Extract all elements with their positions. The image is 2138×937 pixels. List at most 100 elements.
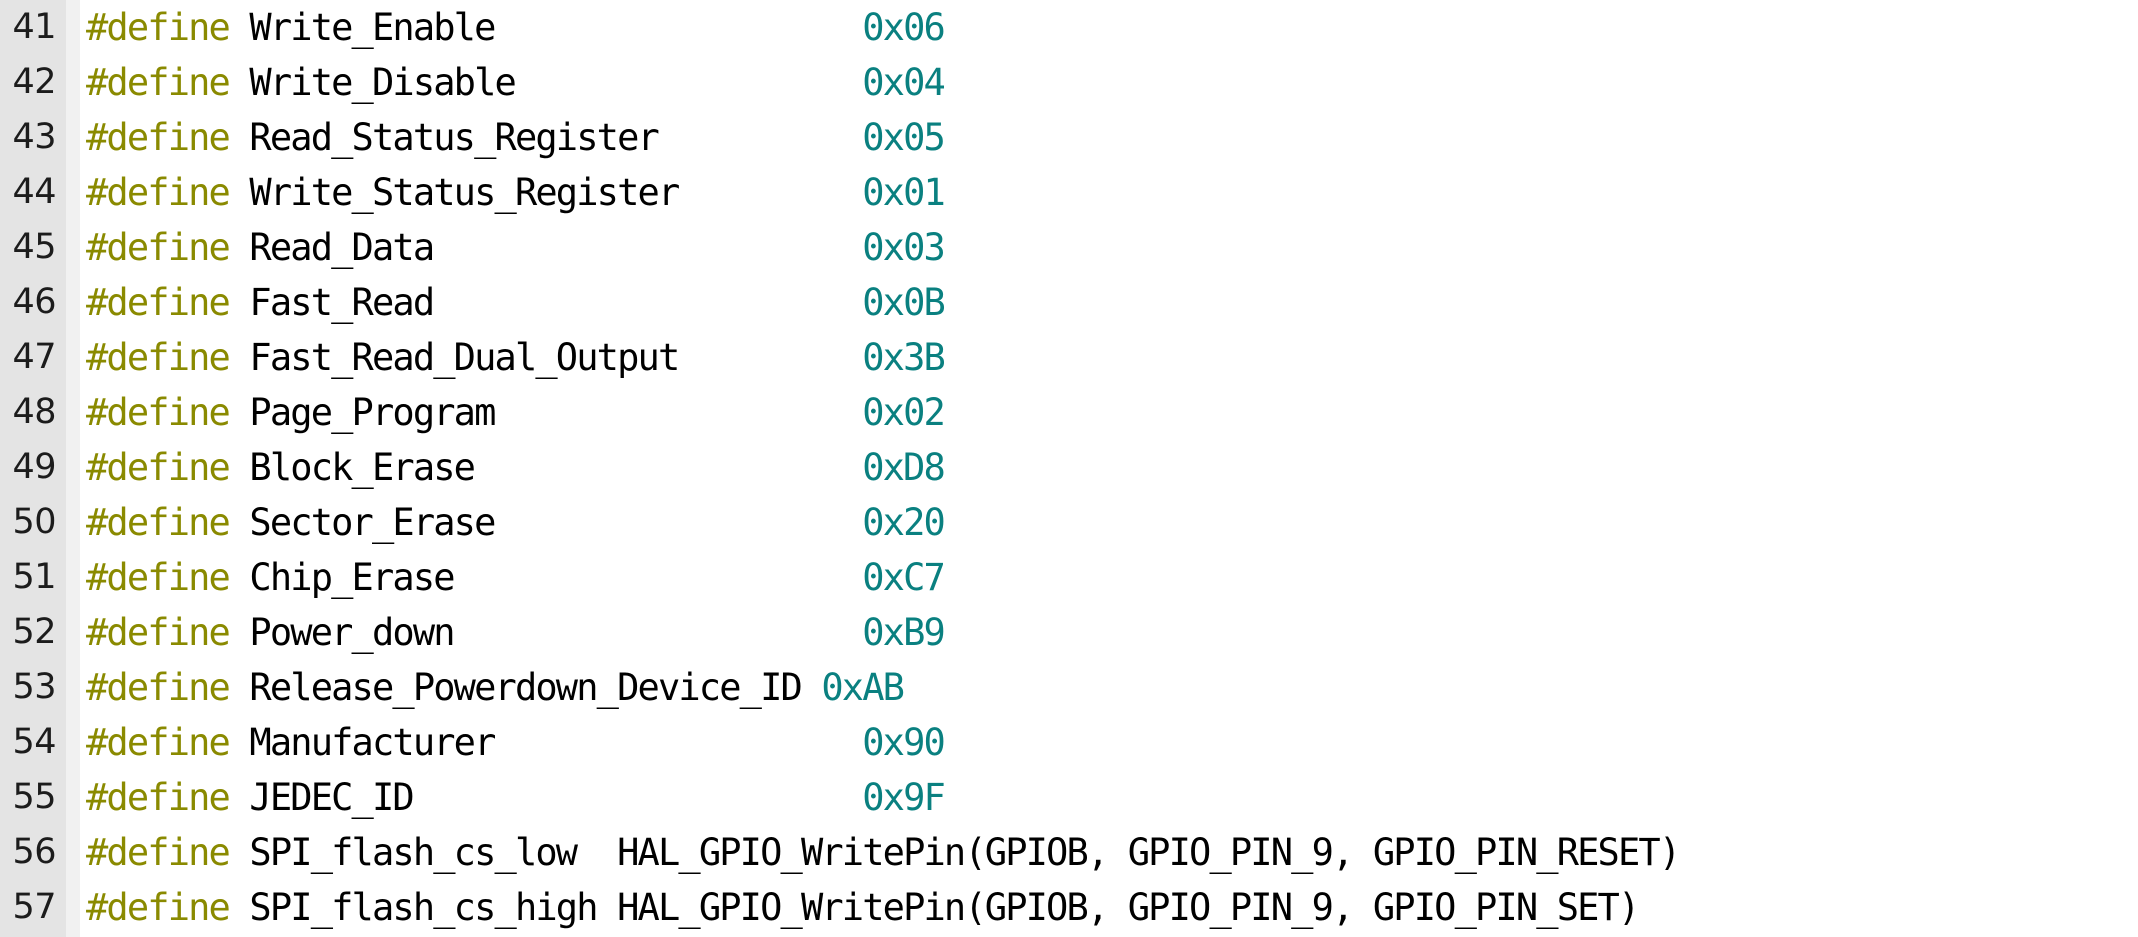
code-line[interactable]: 57 #define SPI_flash_cs_high HAL_GPIO_Wri…: [0, 880, 2138, 935]
line-number: 57: [12, 887, 56, 927]
macro-value-token: 0x90: [862, 721, 946, 764]
line-number: 47: [12, 337, 56, 377]
macro-name-token: Write_Status_Register: [249, 171, 680, 214]
code-line[interactable]: 52 #define Power_down 0xB9: [0, 605, 2138, 660]
line-content: #define Block_Erase 0xD8: [86, 440, 946, 495]
code-text-area[interactable]: 41 #define Write_Enable 0x06 42 #define Wri…: [0, 0, 2138, 937]
macro-name-token: Fast_Read: [249, 281, 435, 324]
macro-value-token: 0x02: [862, 391, 946, 434]
code-line[interactable]: 41 #define Write_Enable 0x06: [0, 0, 2138, 55]
line-number: 51: [12, 557, 56, 597]
macro-name-token: Page_Program: [249, 391, 496, 434]
line-content: #define Write_Enable 0x06: [86, 0, 946, 55]
preprocessor-directive-token: #define: [86, 776, 231, 819]
preprocessor-directive-token: #define: [86, 336, 231, 379]
preprocessor-directive-token: #define: [86, 6, 231, 49]
macro-name-token: Power_down: [249, 611, 455, 654]
line-number: 55: [12, 777, 56, 817]
macro-value-token: 0xD8: [862, 446, 946, 489]
line-number: 44: [12, 172, 56, 212]
macro-name-token: SPI_flash_cs_high: [249, 886, 598, 929]
macro-name-token: Release_Powerdown_Device_ID: [249, 666, 802, 709]
line-number: 49: [12, 447, 56, 487]
line-content: #define Write_Status_Register 0x01: [86, 165, 946, 220]
code-line[interactable]: 47 #define Fast_Read_Dual_Output 0x3B: [0, 330, 2138, 385]
line-content: #define Fast_Read_Dual_Output 0x3B: [86, 330, 946, 385]
preprocessor-directive-token: #define: [86, 446, 231, 489]
alignment-whitespace: [454, 611, 863, 654]
alignment-whitespace: [433, 281, 862, 324]
line-number: 54: [12, 722, 56, 762]
code-line[interactable]: 45 #define Read_Data 0x03: [0, 220, 2138, 275]
line-content: #define JEDEC_ID 0x9F: [86, 770, 946, 825]
macro-value-token: 0xB9: [862, 611, 946, 654]
macro-name-token: Sector_Erase: [249, 501, 496, 544]
macro-value-token: HAL_GPIO_WritePin(GPIOB, GPIO_PIN_9, GPI…: [617, 831, 1681, 874]
code-line[interactable]: 46 #define Fast_Read 0x0B: [0, 275, 2138, 330]
line-number: 48: [12, 392, 56, 432]
line-content: #define Read_Status_Register 0x05: [86, 110, 946, 165]
macro-name-token: Read_Data: [249, 226, 435, 269]
line-content: #define Fast_Read 0x0B: [86, 275, 946, 330]
code-line[interactable]: 44 #define Write_Status_Register 0x01: [0, 165, 2138, 220]
line-content: #define Sector_Erase 0x20: [86, 495, 946, 550]
line-number: 46: [12, 282, 56, 322]
preprocessor-directive-token: #define: [86, 556, 231, 599]
alignment-whitespace: [495, 6, 863, 49]
alignment-whitespace: [678, 336, 862, 379]
line-number: 50: [12, 502, 56, 542]
alignment-whitespace: [433, 226, 862, 269]
macro-value-token: 0x05: [862, 116, 946, 159]
preprocessor-directive-token: #define: [86, 281, 231, 324]
line-number: 43: [12, 117, 56, 157]
code-line[interactable]: 49 #define Block_Erase 0xD8: [0, 440, 2138, 495]
macro-value-token: 0x0B: [862, 281, 946, 324]
code-line[interactable]: 53 #define Release_Powerdown_Device_ID 0x…: [0, 660, 2138, 715]
preprocessor-directive-token: #define: [86, 721, 231, 764]
line-content: #define Page_Program 0x02: [86, 385, 946, 440]
code-line[interactable]: 43 #define Read_Status_Register 0x05: [0, 110, 2138, 165]
code-line[interactable]: 42 #define Write_Disable 0x04: [0, 55, 2138, 110]
alignment-whitespace: [474, 446, 862, 489]
macro-name-token: Write_Disable: [249, 61, 516, 104]
macro-value-token: 0x20: [862, 501, 946, 544]
code-editor[interactable]: 41 #define Write_Enable 0x06 42 #define Wri…: [0, 0, 2138, 937]
line-content: #define SPI_flash_cs_high HAL_GPIO_Write…: [86, 880, 1640, 935]
line-content: #define SPI_flash_cs_low HAL_GPIO_WriteP…: [86, 825, 1681, 880]
macro-value-token: HAL_GPIO_WritePin(GPIOB, GPIO_PIN_9, GPI…: [617, 886, 1640, 929]
alignment-whitespace: [454, 556, 863, 599]
code-line[interactable]: 56 #define SPI_flash_cs_low HAL_GPIO_Writ…: [0, 825, 2138, 880]
alignment-whitespace: [801, 666, 821, 709]
alignment-whitespace: [515, 61, 862, 104]
macro-name-token: Chip_Erase: [249, 556, 455, 599]
alignment-whitespace: [597, 886, 617, 929]
line-content: #define Manufacturer 0x90: [86, 715, 946, 770]
macro-value-token: 0x01: [862, 171, 946, 214]
macro-name-token: Write_Enable: [249, 6, 496, 49]
line-content: #define Write_Disable 0x04: [86, 55, 946, 110]
code-line[interactable]: 55 #define JEDEC_ID 0x9F: [0, 770, 2138, 825]
macro-name-token: Block_Erase: [249, 446, 476, 489]
code-line[interactable]: 51 #define Chip_Erase 0xC7: [0, 550, 2138, 605]
macro-name-token: JEDEC_ID: [249, 776, 414, 819]
macro-value-token: 0x04: [862, 61, 946, 104]
code-line[interactable]: 50 #define Sector_Erase 0x20: [0, 495, 2138, 550]
alignment-whitespace: [413, 776, 862, 819]
alignment-whitespace: [576, 831, 617, 874]
line-content: #define Release_Powerdown_Device_ID 0xAB: [86, 660, 905, 715]
preprocessor-directive-token: #define: [86, 501, 231, 544]
macro-value-token: 0x9F: [862, 776, 946, 819]
macro-value-token: 0xC7: [862, 556, 946, 599]
macro-name-token: Manufacturer: [249, 721, 496, 764]
alignment-whitespace: [495, 391, 863, 434]
macro-value-token: 0x03: [862, 226, 946, 269]
alignment-whitespace: [658, 116, 862, 159]
preprocessor-directive-token: #define: [86, 226, 231, 269]
alignment-whitespace: [495, 721, 863, 764]
code-line[interactable]: 48 #define Page_Program 0x02: [0, 385, 2138, 440]
preprocessor-directive-token: #define: [86, 666, 231, 709]
alignment-whitespace: [495, 501, 863, 544]
code-line[interactable]: 54 #define Manufacturer 0x90: [0, 715, 2138, 770]
preprocessor-directive-token: #define: [86, 831, 231, 874]
alignment-whitespace: [678, 171, 862, 214]
